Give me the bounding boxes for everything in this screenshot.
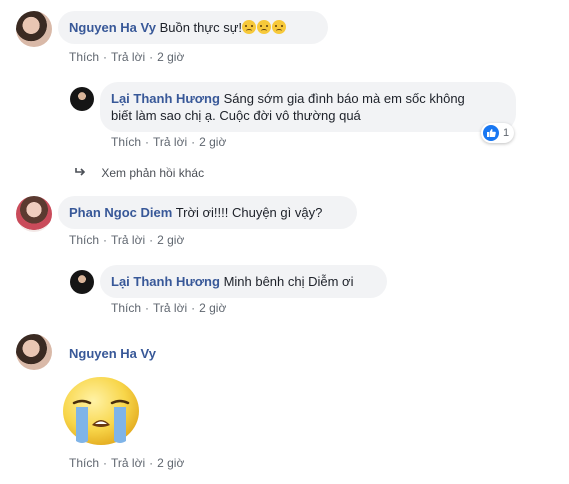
comment-text: Trời ơi!!!! Chuyện gì vậy?	[175, 205, 323, 220]
author-name[interactable]: Phan Ngoc Diem	[69, 205, 172, 220]
timestamp[interactable]: 2 giờ	[199, 135, 226, 149]
like-link[interactable]: Thích	[111, 301, 141, 315]
like-link[interactable]: Thích	[69, 50, 99, 64]
author-name[interactable]: Nguyen Ha Vy	[69, 20, 156, 35]
avatar[interactable]	[70, 270, 94, 294]
timestamp[interactable]: 2 giờ	[157, 233, 184, 247]
more-replies-link[interactable]: Xem phản hồi khác	[74, 166, 204, 180]
reply-link[interactable]: Trả lời	[153, 301, 187, 315]
reply-link[interactable]: Trả lời	[111, 233, 145, 247]
comment-bubble: Lại Thanh Hương Minh bênh chị Diễm ơi	[100, 265, 387, 298]
author-name[interactable]: Lại Thanh Hương	[111, 274, 220, 289]
timestamp[interactable]: 2 giờ	[199, 301, 226, 315]
comment-actions: Thích · Trả lời · 2 giờ	[111, 135, 227, 149]
comment-text-line2: biết làm sao chị ạ. Cuộc đời vô thường q…	[111, 108, 361, 123]
comment-actions: Thích · Trả lời · 2 giờ	[69, 456, 185, 470]
comment-actions: Thích · Trả lời · 2 giờ	[111, 301, 227, 315]
author-name[interactable]: Nguyen Ha Vy	[69, 346, 156, 361]
comment-actions: Thích · Trả lời · 2 giờ	[69, 233, 185, 247]
avatar[interactable]	[16, 334, 52, 370]
reply-arrow-icon	[74, 166, 88, 180]
avatar[interactable]	[16, 196, 52, 232]
reply-link[interactable]: Trả lời	[111, 50, 145, 64]
like-link[interactable]: Thích	[69, 233, 99, 247]
reaction-number: 1	[503, 127, 510, 139]
like-icon	[483, 125, 499, 141]
comment-bubble: Nguyen Ha Vy Buồn thực sự!	[58, 11, 328, 44]
author-name[interactable]: Lại Thanh Hương	[111, 91, 220, 106]
sad-face-icon	[272, 20, 287, 34]
like-link[interactable]: Thích	[111, 135, 141, 149]
reaction-count[interactable]: 1	[481, 123, 515, 143]
comment-text: Minh bênh chị Diễm ơi	[223, 274, 354, 289]
reply-link[interactable]: Trả lời	[153, 135, 187, 149]
sad-face-icon	[242, 20, 257, 34]
comment-text-line1: Sáng sớm gia đình báo mà em sốc không	[223, 91, 465, 106]
comment-bubble: Phan Ngoc Diem Trời ơi!!!! Chuyện gì vậy…	[58, 196, 357, 229]
timestamp[interactable]: 2 giờ	[157, 456, 184, 470]
comment-text: Buồn thực sự!	[159, 20, 243, 35]
crying-face-sticker	[60, 373, 142, 447]
sad-face-icon	[257, 20, 272, 34]
like-link[interactable]: Thích	[69, 456, 99, 470]
timestamp[interactable]: 2 giờ	[157, 50, 184, 64]
more-replies-label: Xem phản hồi khác	[101, 166, 205, 180]
avatar[interactable]	[16, 11, 52, 47]
reply-link[interactable]: Trả lời	[111, 456, 145, 470]
avatar[interactable]	[70, 87, 94, 111]
comment-actions: Thích · Trả lời · 2 giờ	[69, 50, 185, 64]
comment-bubble: Lại Thanh Hương Sáng sớm gia đình báo mà…	[100, 82, 516, 132]
